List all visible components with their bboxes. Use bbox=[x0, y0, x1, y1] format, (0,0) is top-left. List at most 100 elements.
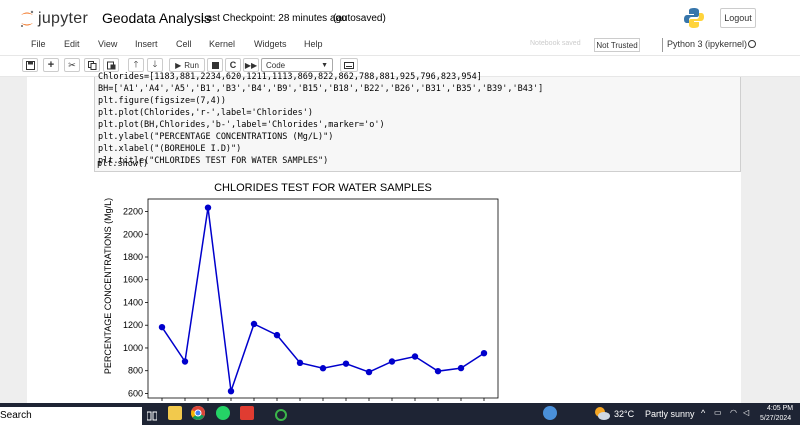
scissors-icon: ✂ bbox=[68, 59, 76, 70]
code-line: plt.plot(Chlorides,'r-',label='Chlorides… bbox=[98, 108, 313, 118]
play-icon: ▶ bbox=[175, 60, 182, 70]
help-icon[interactable] bbox=[543, 406, 557, 420]
paste-button[interactable] bbox=[103, 58, 119, 72]
code-line: plt.ylabel("PERCENTAGE CONCENTRATIONS (M… bbox=[98, 132, 334, 142]
data-point bbox=[480, 349, 488, 357]
code-line: plt.xlabel("(BOREHOLE I.D)") bbox=[98, 144, 242, 154]
restart-run-all-button[interactable]: ▶▶ bbox=[243, 58, 259, 72]
whatsapp-icon[interactable] bbox=[216, 406, 230, 420]
stop-icon bbox=[211, 61, 219, 69]
clock-time[interactable]: 4:05 PM bbox=[767, 405, 793, 412]
menu-edit[interactable]: Edit bbox=[64, 39, 80, 49]
data-point bbox=[342, 360, 350, 367]
volume-icon[interactable]: ◁ bbox=[743, 408, 749, 417]
data-point bbox=[250, 320, 258, 328]
code-line: Chlorides=[1183,881,2234,620,1211,1113,8… bbox=[98, 72, 482, 82]
fast-forward-icon: ▶▶ bbox=[244, 60, 258, 70]
insert-cell-button[interactable]: + bbox=[43, 58, 59, 72]
y-tick-label: 1200 bbox=[123, 320, 143, 330]
y-tick-label: 1000 bbox=[123, 343, 143, 353]
network-icon[interactable]: ▭ bbox=[714, 408, 722, 417]
arrow-up-icon: 🡑 bbox=[133, 59, 139, 69]
command-palette-button[interactable] bbox=[340, 58, 358, 72]
copy-icon bbox=[87, 60, 96, 70]
chart-title: CHLORIDES TEST FOR WATER SAMPLES bbox=[214, 182, 432, 194]
menu-view[interactable]: View bbox=[98, 39, 117, 49]
menu-file[interactable]: File bbox=[31, 39, 46, 49]
menu-widgets[interactable]: Widgets bbox=[254, 39, 287, 49]
code-line: BH=['A1','A4','A5','B1','B3','B4','B9','… bbox=[98, 84, 544, 94]
notebook-title[interactable]: Geodata Analysis bbox=[102, 10, 211, 26]
data-point bbox=[319, 365, 327, 372]
trust-button[interactable]: Not Trusted bbox=[594, 38, 640, 52]
data-point bbox=[388, 358, 396, 365]
code-cell[interactable]: Chlorides=[1183,881,2234,620,1211,1113,8… bbox=[94, 72, 741, 172]
restart-icon: C bbox=[229, 60, 237, 70]
arrow-down-icon: 🡓 bbox=[152, 59, 158, 69]
data-point bbox=[365, 368, 373, 376]
jupyter-logo-icon bbox=[21, 10, 34, 27]
copy-button[interactable] bbox=[84, 58, 100, 72]
notebook-saved-indicator: Notebook saved bbox=[530, 40, 581, 47]
run-label: Run bbox=[184, 60, 199, 70]
chevron-up-icon[interactable]: ^ bbox=[701, 408, 705, 418]
menu-kernel[interactable]: Kernel bbox=[209, 39, 235, 49]
series-line bbox=[161, 207, 485, 392]
taskbar-search[interactable]: Search bbox=[0, 407, 142, 425]
data-point bbox=[296, 359, 304, 367]
data-point bbox=[457, 364, 465, 372]
keyboard-icon bbox=[344, 61, 354, 69]
autosave-status: (autosaved) bbox=[333, 13, 386, 24]
chloride-line-chart: CHLORIDES TEST FOR WATER SAMPLES PERCENT… bbox=[103, 182, 499, 401]
menu-cell[interactable]: Cell bbox=[176, 39, 192, 49]
chart-y-axis-label: PERCENTAGE CONCENTRATIONS (Mg/L) bbox=[103, 198, 113, 374]
pdf-reader-icon[interactable] bbox=[240, 406, 254, 420]
weather-description[interactable]: Partly sunny bbox=[645, 409, 695, 419]
data-point bbox=[181, 358, 189, 365]
code-line-show: plt.show() bbox=[97, 159, 149, 169]
y-tick-label: 1800 bbox=[123, 252, 143, 262]
cut-button[interactable]: ✂ bbox=[64, 58, 80, 72]
app-loading-icon[interactable] bbox=[275, 409, 287, 421]
chrome-icon[interactable] bbox=[191, 406, 205, 420]
task-view-icon[interactable] bbox=[146, 408, 158, 421]
move-up-button[interactable]: 🡑 bbox=[128, 58, 144, 72]
menu-insert[interactable]: Insert bbox=[135, 39, 158, 49]
paste-icon bbox=[106, 61, 115, 69]
jupyter-logo[interactable]: jupyter bbox=[20, 9, 95, 29]
chevron-down-icon: ▼ bbox=[321, 61, 328, 69]
checkpoint-status: Last Checkpoint: 28 minutes ago bbox=[201, 13, 347, 24]
kernel-idle-indicator-icon bbox=[748, 40, 756, 48]
wifi-icon[interactable]: ◠ bbox=[730, 408, 737, 417]
data-point bbox=[434, 367, 442, 375]
weather-temperature[interactable]: 32°C bbox=[614, 409, 634, 419]
notebook-header: jupyter Geodata Analysis Last Checkpoint… bbox=[0, 0, 800, 35]
run-button[interactable]: ▶ Run bbox=[169, 58, 205, 72]
y-tick-label: 1400 bbox=[123, 297, 143, 307]
data-point bbox=[204, 204, 212, 211]
cell-output: CHLORIDES TEST FOR WATER SAMPLES PERCENT… bbox=[94, 176, 741, 403]
y-tick-label: 2200 bbox=[123, 207, 143, 217]
python-logo-icon bbox=[684, 8, 704, 28]
code-line: plt.figure(figsize=(7,4)) bbox=[98, 96, 226, 106]
save-icon bbox=[25, 60, 35, 70]
save-button[interactable] bbox=[22, 58, 38, 72]
file-explorer-icon[interactable] bbox=[168, 406, 182, 420]
jupyter-logo-text: jupyter bbox=[38, 10, 89, 27]
data-point bbox=[273, 331, 281, 339]
kernel-separator bbox=[662, 38, 663, 52]
y-tick-label: 800 bbox=[128, 366, 143, 376]
move-down-button[interactable]: 🡓 bbox=[147, 58, 163, 72]
interrupt-button[interactable] bbox=[207, 58, 223, 72]
menu-help[interactable]: Help bbox=[304, 39, 323, 49]
y-tick-label: 1600 bbox=[123, 275, 143, 285]
menu-bar: File Edit View Insert Cell Kernel Widget… bbox=[0, 35, 800, 56]
plus-icon: + bbox=[47, 59, 55, 71]
clock-date[interactable]: 5/27/2024 bbox=[760, 415, 791, 422]
restart-button[interactable]: C bbox=[225, 58, 241, 72]
logout-button[interactable]: Logout bbox=[720, 8, 756, 28]
data-point bbox=[411, 353, 419, 360]
data-point bbox=[227, 387, 235, 395]
kernel-name[interactable]: Python 3 (ipykernel) bbox=[667, 39, 747, 49]
cell-type-select[interactable]: Code ▼ bbox=[261, 58, 333, 72]
